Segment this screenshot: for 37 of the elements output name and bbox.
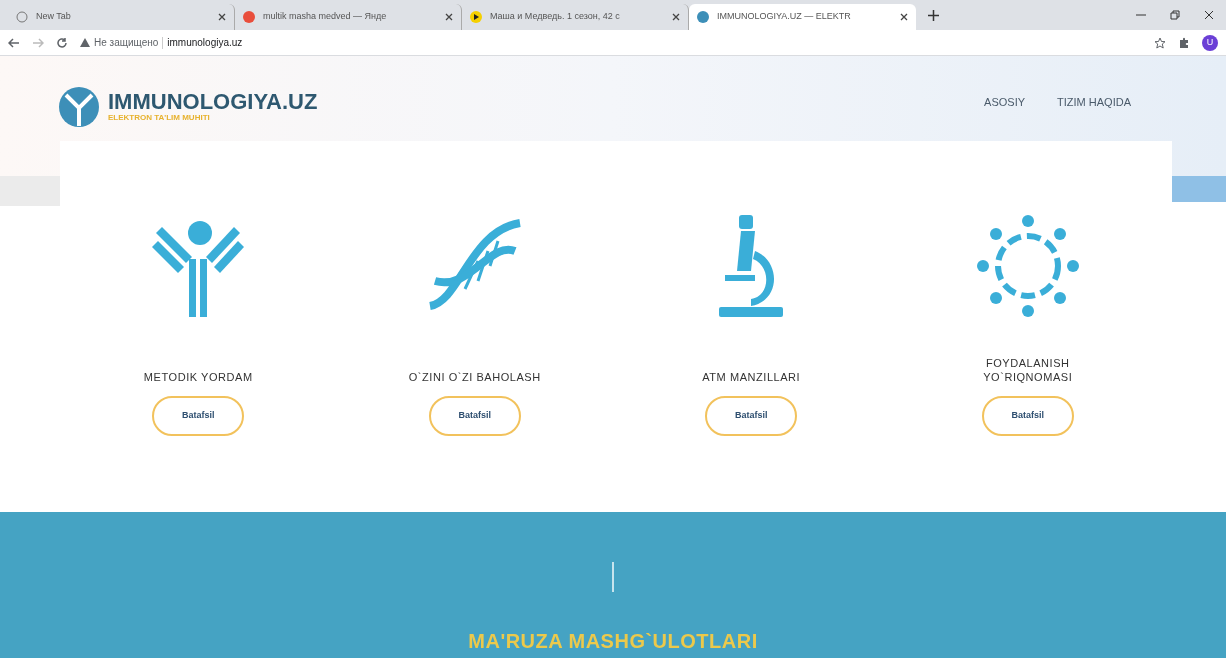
play-icon (470, 11, 482, 23)
feature-title: FOYDALANISH YO`RIQNOMASI (982, 356, 1074, 384)
address-bar[interactable]: Не защищено immunologiya.uz (80, 32, 1142, 53)
nav-link[interactable]: ASOSIY (984, 94, 1026, 111)
details-button[interactable]: Batafsil (152, 396, 245, 436)
divider-line (612, 562, 614, 592)
logo-icon (58, 86, 100, 128)
search-logo-icon (243, 11, 255, 23)
nav-link[interactable]: TIZIM HAQIDA (1057, 94, 1131, 111)
puzzle-icon[interactable] (1178, 36, 1190, 49)
details-button[interactable]: Batafsil (981, 396, 1074, 436)
feature-title: ATM MANZILLARI (702, 370, 801, 384)
security-label: Не защищено (94, 36, 159, 50)
close-icon[interactable] (672, 13, 680, 21)
site-logo-text: IMMUNOLOGIYA.UZ (108, 91, 318, 113)
warning-icon (80, 38, 90, 47)
new-tab-icon[interactable] (928, 9, 939, 21)
close-icon[interactable] (218, 13, 226, 21)
browser-tab[interactable]: IMMUNOLOGIYA.UZ — ELEKTR (689, 4, 916, 30)
close-icon[interactable] (900, 13, 908, 21)
details-button[interactable]: Batafsil (705, 396, 798, 436)
site-tagline: ELEKTRON TA'LIM MUHITI (108, 113, 211, 123)
close-icon[interactable] (1204, 10, 1214, 20)
back-icon[interactable] (8, 37, 20, 48)
feature-title: O`ZINI O`ZI BAHOLASH (408, 370, 541, 384)
section-title: MA'RUZA MASHG`ULOTLARI (468, 629, 758, 654)
details-button[interactable]: Batafsil (428, 396, 521, 436)
globe-icon (16, 11, 28, 23)
url-text: immunologiya.uz (167, 36, 243, 50)
feature-title: METODIK YORDAM (143, 370, 253, 384)
restore-icon[interactable] (1170, 10, 1180, 20)
close-icon[interactable] (445, 13, 453, 21)
star-icon[interactable] (1154, 36, 1166, 49)
site-favicon-icon (697, 11, 709, 23)
reload-icon[interactable] (56, 36, 68, 49)
profile-avatar[interactable]: U (1202, 34, 1218, 51)
header-strip (1172, 176, 1226, 202)
